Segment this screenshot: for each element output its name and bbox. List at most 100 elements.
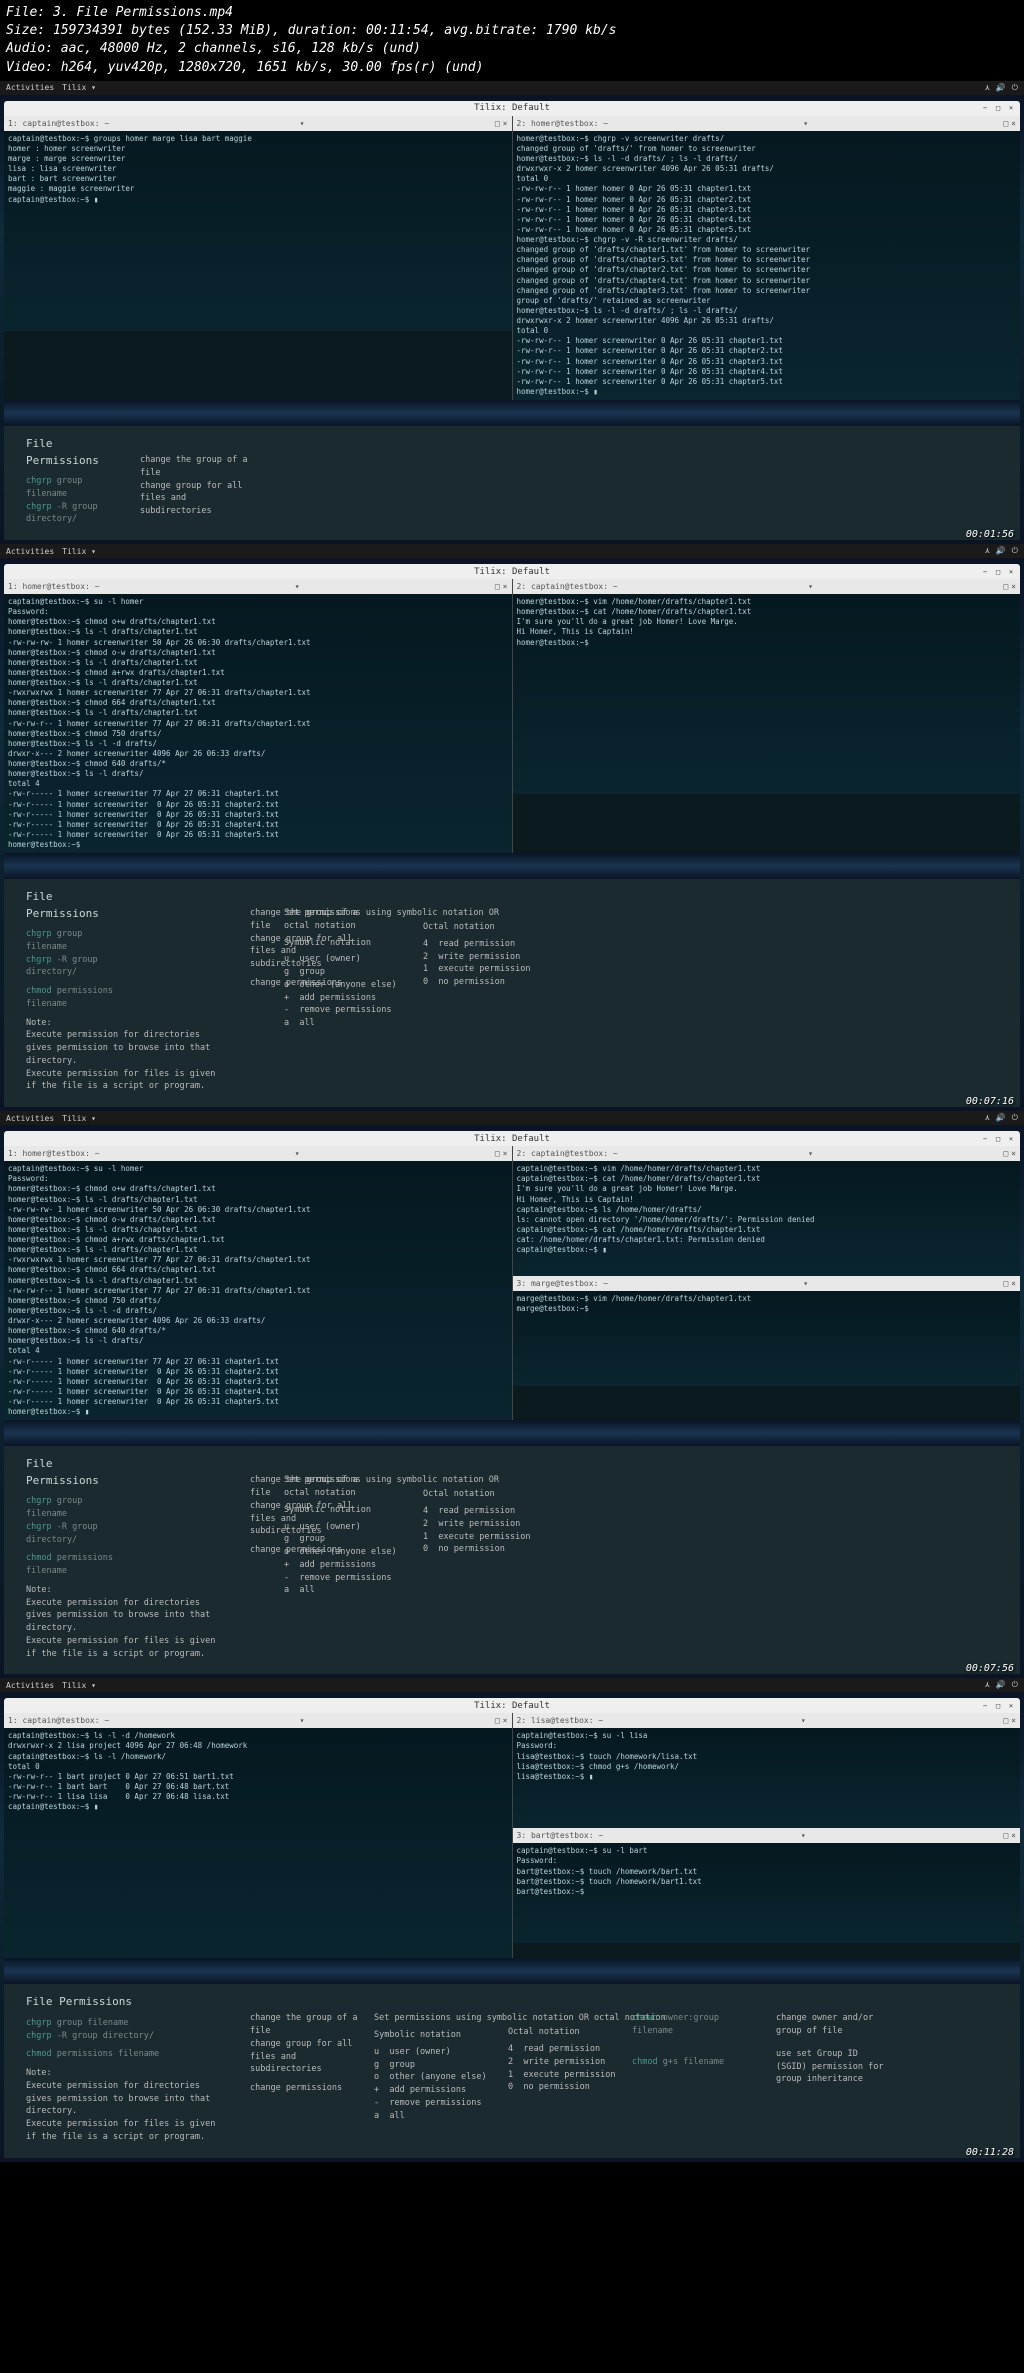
power-icon[interactable]: ⏻ — [1012, 1113, 1018, 1123]
pane-close-icon[interactable]: × — [1011, 1279, 1016, 1288]
app-menu[interactable]: Tilix ▾ — [62, 1114, 96, 1123]
terminal-output[interactable]: captain@testbox:~$ su -l homer Password:… — [4, 1161, 512, 1420]
network-icon[interactable]: ⋏ — [985, 83, 990, 93]
terminal-pane-left[interactable]: 1: homer@testbox: ~▾ □× captain@testbox:… — [4, 579, 513, 853]
pane-label: 3: marge@testbox: ~ — [517, 1279, 609, 1288]
power-icon[interactable]: ⏻ — [1012, 1680, 1018, 1690]
power-icon[interactable]: ⏻ — [1012, 83, 1018, 93]
pane-header[interactable]: 2: captain@testbox: ~▾ □× — [513, 1146, 1021, 1161]
gnome-topbar: Activities Tilix ▾ ⋏ 🔊 ⏻ — [0, 1111, 1024, 1125]
pane-max-icon[interactable]: □ — [495, 582, 500, 591]
maximize-button[interactable]: □ — [993, 103, 1003, 113]
pane-close-icon[interactable]: × — [1011, 1716, 1016, 1725]
app-menu[interactable]: Tilix ▾ — [62, 547, 96, 556]
terminal-pane-right[interactable]: 2: homer@testbox: ~▾ □× homer@testbox:~$… — [513, 116, 1021, 400]
minimize-button[interactable]: − — [980, 567, 990, 577]
close-button[interactable]: × — [1006, 1701, 1016, 1711]
reference-panel: File Permissions chgrp group filename ch… — [4, 1446, 1020, 1674]
pane-max-icon[interactable]: □ — [495, 1716, 500, 1725]
activities-button[interactable]: Activities — [6, 83, 54, 92]
segment-4: Activities Tilix ▾ ⋏ 🔊 ⏻ Tilix: Default … — [0, 1678, 1024, 2161]
timestamp: 00:07:16 — [966, 1096, 1014, 1107]
terminal-output[interactable]: captain@testbox:~$ su -l bart Password: … — [513, 1843, 1021, 1943]
pane-header[interactable]: 2: captain@testbox: ~▾ □× — [513, 579, 1021, 594]
pane-max-icon[interactable]: □ — [495, 119, 500, 128]
close-button[interactable]: × — [1006, 103, 1016, 113]
pane-header[interactable]: 1: homer@testbox: ~▾ □× — [4, 1146, 512, 1161]
terminal-output[interactable]: homer@testbox:~$ chgrp -v screenwriter d… — [513, 131, 1021, 400]
network-icon[interactable]: ⋏ — [985, 1113, 990, 1123]
window-title: Tilix: Default — [474, 567, 550, 577]
network-icon[interactable]: ⋏ — [985, 1680, 990, 1690]
pane-label: 2: homer@testbox: ~ — [517, 119, 609, 128]
pane-max-icon[interactable]: □ — [1003, 1279, 1008, 1288]
pane-header-left[interactable]: 1: captain@testbox: ~▾ □× — [4, 116, 512, 131]
tilix-titlebar[interactable]: Tilix: Default − □ × — [4, 101, 1020, 116]
activities-button[interactable]: Activities — [6, 1114, 54, 1123]
terminal-output[interactable]: captain@testbox:~$ su -l lisa Password: … — [513, 1728, 1021, 1828]
terminal-pane-left[interactable]: 1: captain@testbox: ~▾ □× captain@testbo… — [4, 1713, 513, 1958]
pane-header[interactable]: 3: bart@testbox: ~▾ □× — [513, 1828, 1021, 1843]
minimize-button[interactable]: − — [980, 103, 990, 113]
pane-header[interactable]: 1: homer@testbox: ~▾ □× — [4, 579, 512, 594]
volume-icon[interactable]: 🔊 — [996, 546, 1006, 556]
pane-max-icon[interactable]: □ — [1003, 582, 1008, 591]
activities-button[interactable]: Activities — [6, 1681, 54, 1690]
close-button[interactable]: × — [1006, 567, 1016, 577]
pane-header[interactable]: 3: marge@testbox: ~▾ □× — [513, 1276, 1021, 1291]
terminal-output[interactable]: captain@testbox:~$ groups homer marge li… — [4, 131, 512, 331]
terminal-output[interactable]: captain@testbox:~$ ls -l -d /homework dr… — [4, 1728, 512, 1958]
gnome-topbar: Activities Tilix ▾ ⋏ 🔊 ⏻ — [0, 544, 1024, 558]
pane-max-icon[interactable]: □ — [495, 1149, 500, 1158]
power-icon[interactable]: ⏻ — [1012, 546, 1018, 556]
volume-icon[interactable]: 🔊 — [996, 1113, 1006, 1123]
timestamp: 00:11:28 — [966, 2147, 1014, 2158]
reference-panel: File Permissions chgrp group filename ch… — [4, 426, 1020, 540]
pane-close-icon[interactable]: × — [503, 1149, 508, 1158]
terminal-pane-left[interactable]: 1: captain@testbox: ~▾ □× captain@testbo… — [4, 116, 513, 400]
pane-max-icon[interactable]: □ — [1003, 1716, 1008, 1725]
pane-close-icon[interactable]: × — [503, 582, 508, 591]
close-button[interactable]: × — [1006, 1134, 1016, 1144]
pane-max-icon[interactable]: □ — [1003, 1831, 1008, 1840]
maximize-button[interactable]: □ — [993, 1134, 1003, 1144]
maximize-button[interactable]: □ — [993, 567, 1003, 577]
terminal-output[interactable]: homer@testbox:~$ vim /home/homer/drafts/… — [513, 594, 1021, 794]
maximize-button[interactable]: □ — [993, 1701, 1003, 1711]
note-text: Execute permission for directories gives… — [26, 1029, 226, 1093]
pane-header-right[interactable]: 2: homer@testbox: ~▾ □× — [513, 116, 1021, 131]
pane-max-icon[interactable]: □ — [1003, 1149, 1008, 1158]
pane-close-icon[interactable]: × — [1011, 582, 1016, 591]
pane-close-icon[interactable]: × — [1011, 1149, 1016, 1158]
tilix-titlebar[interactable]: Tilix: Default − □ × — [4, 1698, 1020, 1713]
pane-header[interactable]: 1: captain@testbox: ~▾ □× — [4, 1713, 512, 1728]
terminal-output[interactable]: captain@testbox:~$ vim /home/homer/draft… — [513, 1161, 1021, 1276]
minimize-button[interactable]: − — [980, 1701, 990, 1711]
ref-title: File Permissions — [26, 436, 126, 469]
pane-close-icon[interactable]: × — [1011, 1831, 1016, 1840]
terminal-output[interactable]: marge@testbox:~$ vim /home/homer/drafts/… — [513, 1291, 1021, 1386]
pane-max-icon[interactable]: □ — [1003, 119, 1008, 128]
tilix-titlebar[interactable]: Tilix: Default − □ × — [4, 564, 1020, 579]
volume-icon[interactable]: 🔊 — [996, 83, 1006, 93]
oct-table: 4 read permission 2 write permission 1 e… — [423, 938, 543, 989]
terminal-pane-left[interactable]: 1: homer@testbox: ~▾ □× captain@testbox:… — [4, 1146, 513, 1420]
chgrp-desc1: change the group of a file — [140, 454, 260, 480]
network-icon[interactable]: ⋏ — [985, 546, 990, 556]
pane-close-icon[interactable]: × — [1011, 119, 1016, 128]
terminal-pane-right[interactable]: 2: captain@testbox: ~▾ □× homer@testbox:… — [513, 579, 1021, 853]
tilix-titlebar[interactable]: Tilix: Default − □ × — [4, 1131, 1020, 1146]
volume-icon[interactable]: 🔊 — [996, 1680, 1006, 1690]
meta-file: File: 3. File Permissions.mp4 — [6, 4, 1018, 22]
pane-header[interactable]: 2: lisa@testbox: ~▾ □× — [513, 1713, 1021, 1728]
terminal-output[interactable]: captain@testbox:~$ su -l homer Password:… — [4, 594, 512, 853]
pane-label: 2: lisa@testbox: ~ — [517, 1716, 604, 1725]
activities-button[interactable]: Activities — [6, 547, 54, 556]
pane-close-icon[interactable]: × — [503, 119, 508, 128]
app-menu[interactable]: Tilix ▾ — [62, 1681, 96, 1690]
meta-size: Size: 159734391 bytes (152.33 MiB), dura… — [6, 22, 1018, 40]
pane-close-icon[interactable]: × — [503, 1716, 508, 1725]
segment-3: Activities Tilix ▾ ⋏ 🔊 ⏻ Tilix: Default … — [0, 1111, 1024, 1678]
minimize-button[interactable]: − — [980, 1134, 990, 1144]
app-menu[interactable]: Tilix ▾ — [62, 83, 96, 92]
